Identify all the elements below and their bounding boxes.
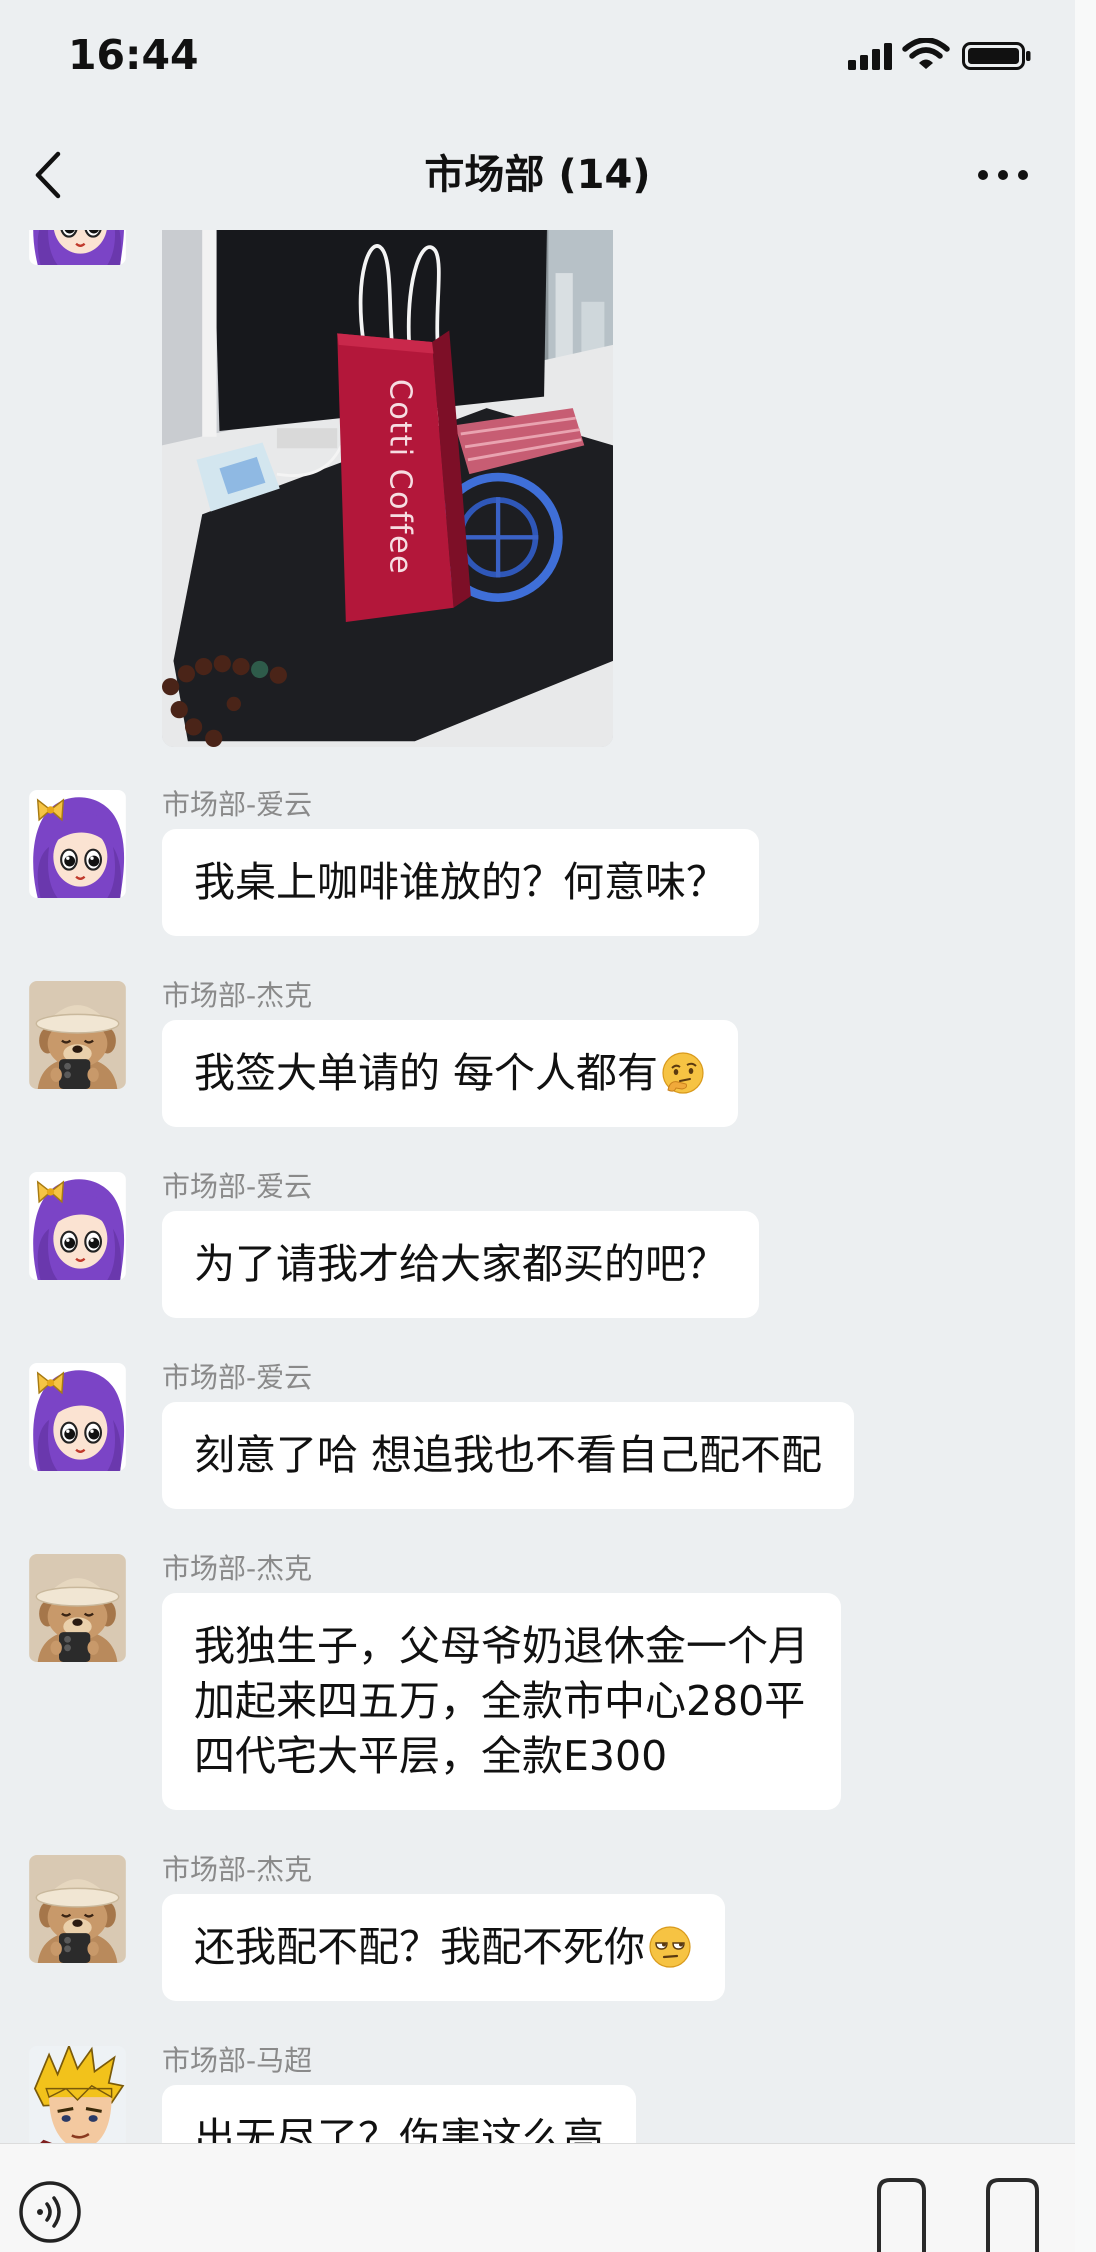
message-row: 市场部-爱云 刻意了哈 想追我也不看自己配不配	[0, 1363, 1075, 1509]
blond-hero-avatar-icon	[29, 2046, 126, 2154]
avatar-aiyun[interactable]	[29, 1172, 126, 1280]
purple-hair-girl-avatar-icon	[29, 1363, 126, 1471]
message-bubble[interactable]: 为了请我才给大家都买的吧？	[162, 1211, 759, 1318]
bag-brand-text: Cotti Coffee	[382, 379, 417, 575]
message-row: 市场部-杰克 我独生子，父母爷奶退休金一个月 加起来四五万，全款市中心280平 …	[0, 1554, 1075, 1810]
shared-photo[interactable]: Cotti Coffee	[162, 230, 613, 747]
status-time: 16:44	[68, 31, 199, 79]
message-bubble[interactable]: 我桌上咖啡谁放的？何意味？	[162, 829, 759, 936]
message-row: 市场部-爱云 我桌上咖啡谁放的？何意味？	[0, 790, 1075, 936]
message-text: 还我配不配？我配不死你	[194, 1923, 645, 1971]
message-row: 市场部-杰克 还我配不配？我配不死你	[0, 1855, 1075, 2001]
message-text: 刻意了哈 想追我也不看自己配不配	[194, 1431, 823, 1479]
screenshot-edge	[1075, 0, 1096, 2252]
dog-with-hat-avatar-icon	[29, 1855, 126, 1963]
emoji-icon[interactable]	[877, 2178, 926, 2252]
avatar-aiyun[interactable]	[29, 1363, 126, 1471]
sender-name: 市场部-杰克	[162, 979, 313, 1012]
sender-name: 市场部-爱云	[162, 788, 313, 821]
sender-name: 市场部-马超	[162, 2044, 313, 2077]
voice-icon[interactable]	[18, 2180, 82, 2244]
signal-icon	[848, 43, 892, 70]
wifi-icon	[902, 38, 950, 69]
battery-icon	[962, 42, 1031, 70]
purple-hair-girl-avatar-icon	[29, 1172, 126, 1280]
message-text: 我签大单请的 每个人都有	[194, 1049, 659, 1097]
sender-name: 市场部-爱云	[162, 1361, 313, 1394]
coffee-bag-photo: Cotti Coffee	[162, 230, 613, 747]
purple-hair-girl-avatar-icon	[29, 790, 126, 898]
message-bubble[interactable]: 我独生子，父母爷奶退休金一个月 加起来四五万，全款市中心280平 四代宅大平层，…	[162, 1593, 841, 1810]
avatar-jieke[interactable]	[29, 1554, 126, 1662]
message-row: 市场部-爱云 为了请我才给大家都买的吧？	[0, 1172, 1075, 1318]
message-list: 市场部-爱云 我桌上咖啡谁放的？何意味？ 市场部-杰克 我签大单请的 每个人都有…	[0, 790, 1075, 2237]
message-bubble[interactable]: 还我配不配？我配不死你	[162, 1894, 725, 2001]
plus-icon[interactable]	[986, 2178, 1039, 2252]
input-tools	[877, 2178, 1039, 2252]
thinking-face-icon	[660, 1050, 706, 1096]
unamused-face-icon	[647, 1924, 693, 1970]
message-text: 四代宅大平层，全款E300	[194, 1732, 668, 1780]
chat-header: 16:44 市场部 (14)	[0, 0, 1096, 230]
message-bubble[interactable]: 刻意了哈 想追我也不看自己配不配	[162, 1402, 855, 1509]
message-line: 还我配不配？我配不死你	[194, 1920, 693, 1975]
sender-name: 市场部-杰克	[162, 1853, 313, 1886]
sender-name: 市场部-杰克	[162, 1552, 313, 1585]
message-text: 加起来四五万，全款市中心280平	[194, 1677, 806, 1725]
dog-with-hat-avatar-icon	[29, 1554, 126, 1662]
sender-name: 市场部-爱云	[162, 1170, 313, 1203]
message-line: 我签大单请的 每个人都有	[194, 1046, 706, 1101]
dog-with-hat-avatar-icon	[29, 981, 126, 1089]
chat-screen: Cotti Coffee 市场部-爱云 我桌上咖啡谁放的？何意味？ 市场部-杰克…	[0, 0, 1096, 2252]
input-bar	[0, 2143, 1096, 2252]
message-text: 为了请我才给大家都买的吧？	[194, 1240, 727, 1288]
avatar-aiyun[interactable]	[29, 790, 126, 898]
message-text: 我桌上咖啡谁放的？何意味？	[194, 858, 727, 906]
more-icon[interactable]	[976, 163, 1030, 187]
message-row: 市场部-杰克 我签大单请的 每个人都有	[0, 981, 1075, 1127]
message-text: 我独生子，父母爷奶退休金一个月	[194, 1622, 809, 1670]
avatar-jieke[interactable]	[29, 1855, 126, 1963]
message-bubble[interactable]: 我签大单请的 每个人都有	[162, 1020, 739, 1127]
avatar-machao[interactable]	[29, 2046, 126, 2154]
avatar-jieke[interactable]	[29, 981, 126, 1089]
page-title: 市场部 (14)	[424, 152, 651, 198]
